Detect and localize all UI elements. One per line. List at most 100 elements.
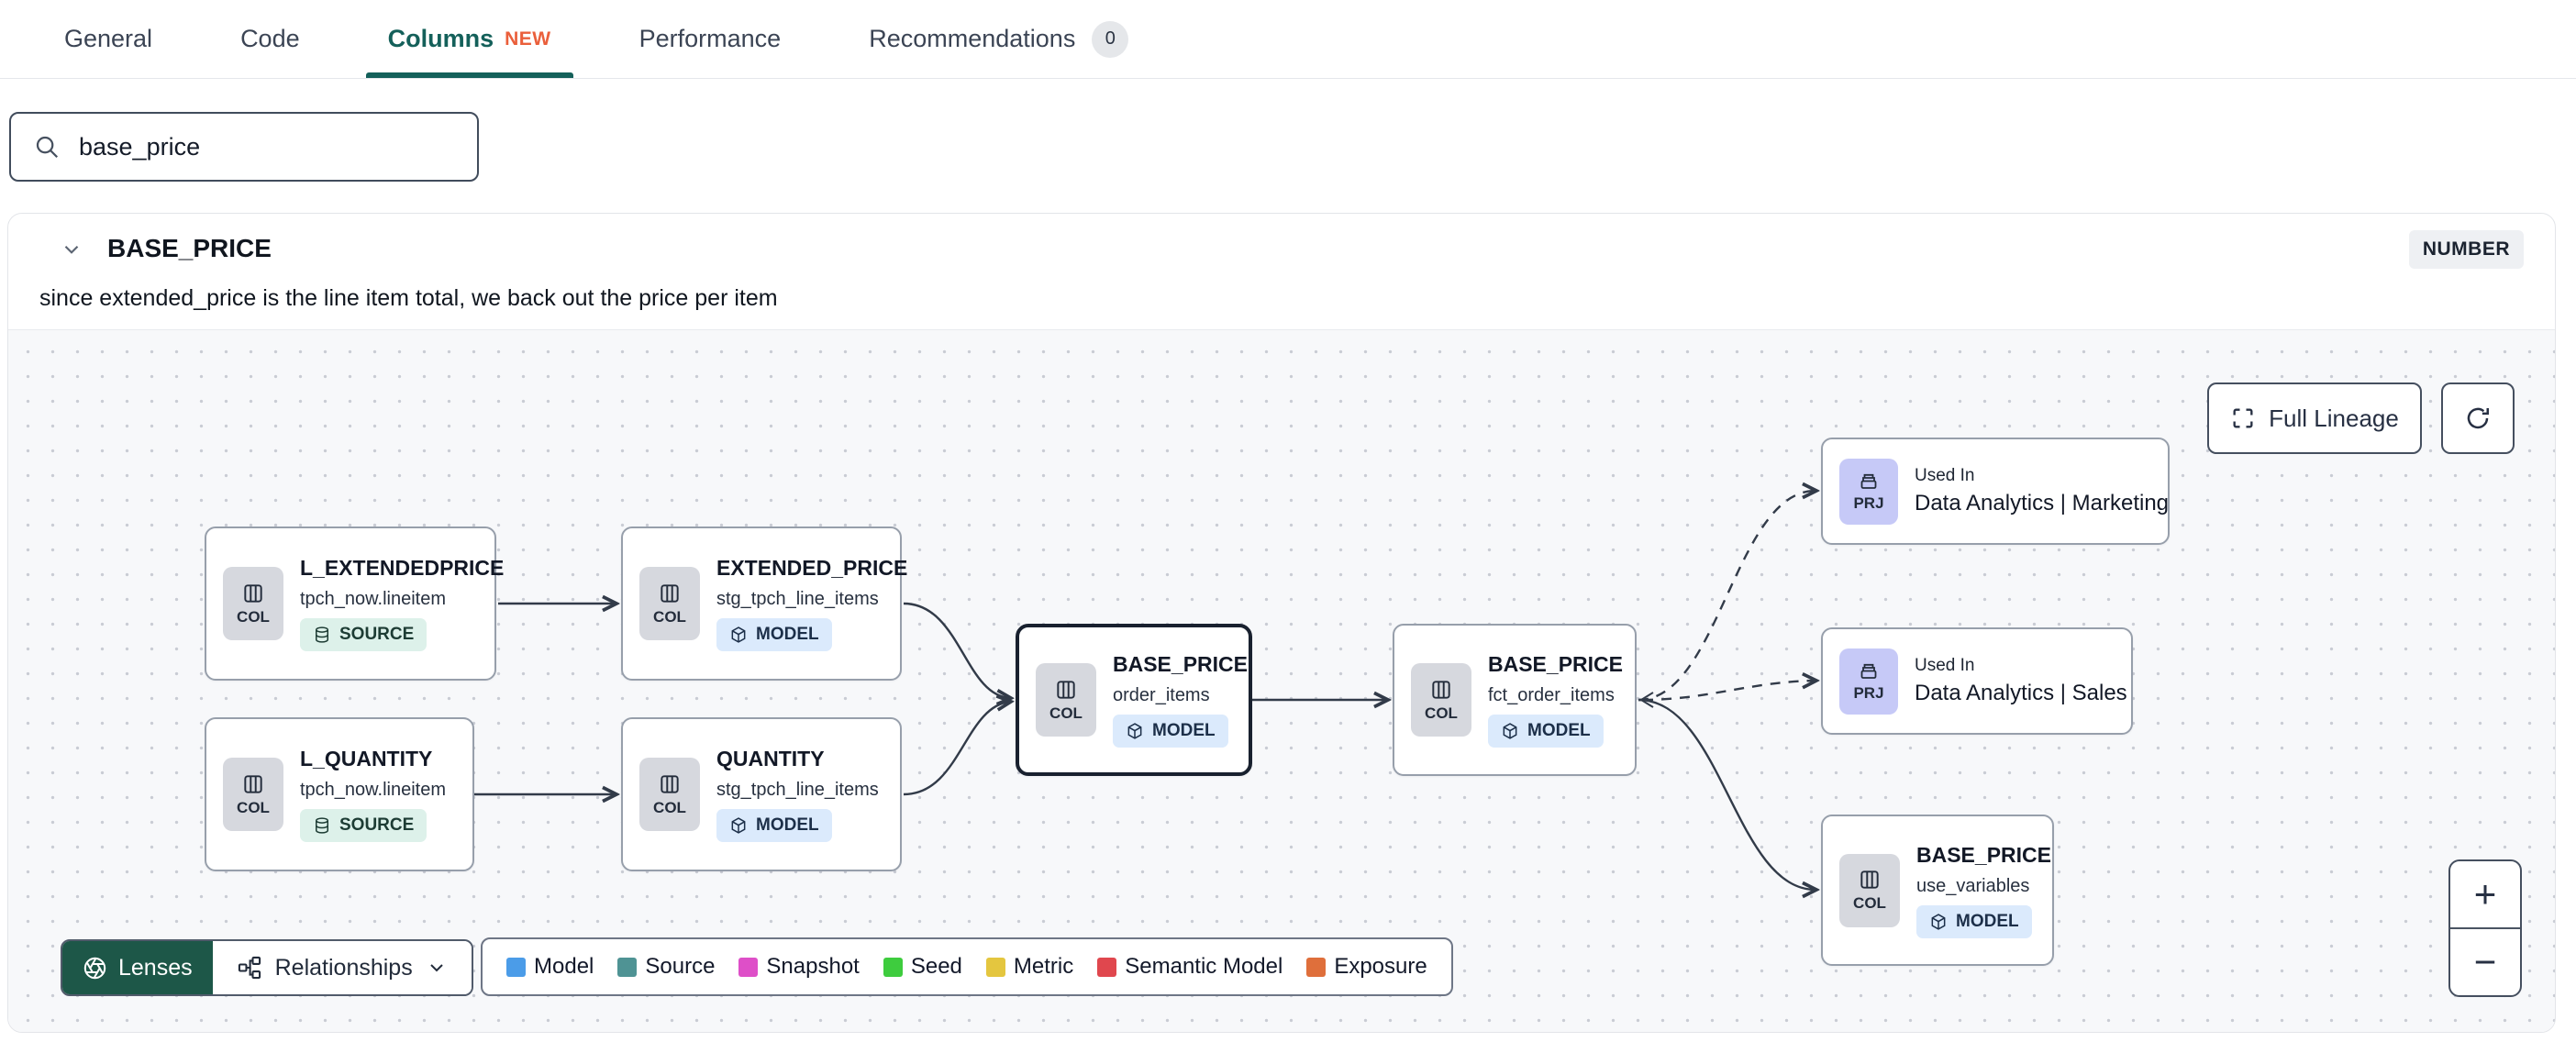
node-eyebrow: Used In xyxy=(1915,656,1975,675)
seed-swatch xyxy=(883,957,903,977)
model-badge: MODEL xyxy=(716,618,832,651)
badge-label: MODEL xyxy=(1956,911,2019,931)
column-kind-badge: COL xyxy=(639,758,700,831)
full-lineage-button[interactable]: Full Lineage xyxy=(2207,382,2422,454)
kind-label: COL xyxy=(653,798,686,816)
tab-bar: General Code Columns NEW Performance Rec… xyxy=(0,0,2576,79)
kind-label: COL xyxy=(237,798,270,816)
badge-label: MODEL xyxy=(1527,721,1591,740)
node-subtitle: stg_tpch_line_items xyxy=(716,589,879,609)
recommendations-count-badge: 0 xyxy=(1092,20,1129,58)
node-subtitle: fct_order_items xyxy=(1488,685,1615,705)
tab-label: Code xyxy=(240,25,300,52)
source-swatch xyxy=(617,957,638,977)
node-title: L_EXTENDEDPRICE xyxy=(300,556,505,580)
kind-label: COL xyxy=(1049,704,1083,722)
tab-performance[interactable]: Performance xyxy=(612,0,809,78)
kind-label: COL xyxy=(1853,894,1886,912)
tab-label: General xyxy=(64,25,153,52)
node-subtitle: stg_tpch_line_items xyxy=(716,780,879,800)
model-badge: MODEL xyxy=(1113,715,1228,748)
expand-icon xyxy=(2233,408,2253,428)
lenses-button[interactable]: Lenses xyxy=(62,941,213,994)
tab-recommendations[interactable]: Recommendations 0 xyxy=(841,0,1156,78)
column-kind-badge: COL xyxy=(639,567,700,640)
lineage-canvas[interactable]: COL L_EXTENDEDPRICE tpch_now.lineitem SO… xyxy=(8,329,2555,1032)
tab-label: Recommendations xyxy=(869,25,1076,52)
kind-label: COL xyxy=(237,607,270,626)
database-icon xyxy=(316,626,328,643)
column-kind-badge: COL xyxy=(1036,663,1096,737)
legend-label: Semantic Model xyxy=(1125,954,1283,979)
node-title: BASE_PRICE xyxy=(1113,652,1248,676)
semantic-model-swatch xyxy=(1097,957,1117,977)
kind-label: COL xyxy=(1425,704,1458,722)
model-swatch xyxy=(506,957,526,977)
project-icon xyxy=(1860,663,1877,679)
search-icon xyxy=(36,136,59,159)
model-badge: MODEL xyxy=(1916,904,2032,938)
tab-columns[interactable]: Columns NEW xyxy=(361,0,579,78)
node-title: BASE_PRICE xyxy=(1916,842,2051,867)
cube-icon xyxy=(731,626,746,643)
badge-label: MODEL xyxy=(756,625,819,644)
project-kind-badge: PRJ xyxy=(1839,458,1898,525)
column-kind-badge: COL xyxy=(223,567,283,640)
kind-label: PRJ xyxy=(1853,494,1884,512)
cube-icon xyxy=(1127,723,1142,739)
node-title: L_QUANTITY xyxy=(300,747,433,770)
source-badge: SOURCE xyxy=(300,618,427,651)
project-kind-badge: PRJ xyxy=(1839,648,1898,715)
legend-item-model: Model xyxy=(506,954,594,980)
tab-code[interactable]: Code xyxy=(213,0,328,78)
search-input[interactable] xyxy=(77,131,455,162)
node-type-legend: Model Source Snapshot Seed Metric Semant… xyxy=(481,937,1453,996)
lineage-node-base-price-fct-order-items[interactable]: COL BASE_PRICE fct_order_items MODEL xyxy=(1393,624,1637,776)
legend-item-metric: Metric xyxy=(985,954,1073,980)
node-title: QUANTITY xyxy=(716,747,825,770)
badge-label: MODEL xyxy=(756,815,819,835)
node-subtitle: use_variables xyxy=(1916,875,2030,896)
database-icon xyxy=(316,817,328,834)
tab-label: Columns xyxy=(387,25,494,52)
refresh-icon xyxy=(2467,407,2490,429)
column-search[interactable] xyxy=(9,112,479,182)
zoom-out-button[interactable]: − xyxy=(2450,929,2520,995)
columns-icon xyxy=(244,774,262,793)
relationships-label: Relationships xyxy=(274,954,413,981)
lineage-node-l-extendedprice[interactable]: COL L_EXTENDEDPRICE tpch_now.lineitem SO… xyxy=(205,526,504,681)
collapse-chevron-icon[interactable] xyxy=(60,238,83,261)
legend-item-exposure: Exposure xyxy=(1306,954,1427,980)
kind-label: COL xyxy=(653,607,686,626)
columns-icon xyxy=(1860,870,1879,889)
lenses-toolbar: Lenses Relationships xyxy=(61,939,473,996)
legend-item-source: Source xyxy=(617,954,715,980)
lineage-edges xyxy=(474,330,2555,1032)
legend-label: Source xyxy=(645,954,716,979)
tab-general[interactable]: General xyxy=(37,0,180,78)
node-eyebrow: Used In xyxy=(1915,466,1975,485)
lineage-node-used-in-sales[interactable]: PRJ Used In Data Analytics | Sales xyxy=(1821,627,2133,735)
model-badge: MODEL xyxy=(716,809,832,842)
column-kind-badge: COL xyxy=(1411,663,1471,737)
lineage-node-base-price-order-items[interactable]: COL BASE_PRICE order_items MODEL xyxy=(1016,624,1252,776)
refresh-button[interactable] xyxy=(2441,382,2515,454)
legend-label: Snapshot xyxy=(766,954,860,979)
relationships-icon xyxy=(238,956,261,980)
columns-icon xyxy=(244,583,262,603)
lineage-node-l-quantity[interactable]: COL L_QUANTITY tpch_now.lineitem SOURCE xyxy=(205,717,474,871)
legend-item-snapshot: Snapshot xyxy=(738,954,860,980)
lineage-node-quantity[interactable]: COL QUANTITY stg_tpch_line_items MODEL xyxy=(621,717,902,871)
zoom-in-button[interactable]: + xyxy=(2450,861,2520,929)
relationships-dropdown[interactable]: Relationships xyxy=(212,941,472,994)
lineage-node-used-in-marketing[interactable]: PRJ Used In Data Analytics | Marketing xyxy=(1821,438,2170,545)
cube-icon xyxy=(1931,913,1946,930)
tab-label: Performance xyxy=(638,25,782,52)
lineage-node-base-price-use-variables[interactable]: COL BASE_PRICE use_variables MODEL xyxy=(1821,815,2054,966)
column-header: BASE_PRICE NUMBER since extended_price i… xyxy=(8,214,2555,329)
badge-label: SOURCE xyxy=(339,815,415,835)
lineage-node-extended-price[interactable]: COL EXTENDED_PRICE stg_tpch_line_items M… xyxy=(621,526,907,681)
legend-label: Seed xyxy=(910,954,962,979)
legend-label: Exposure xyxy=(1334,954,1427,979)
zoom-control: + − xyxy=(2448,859,2522,997)
